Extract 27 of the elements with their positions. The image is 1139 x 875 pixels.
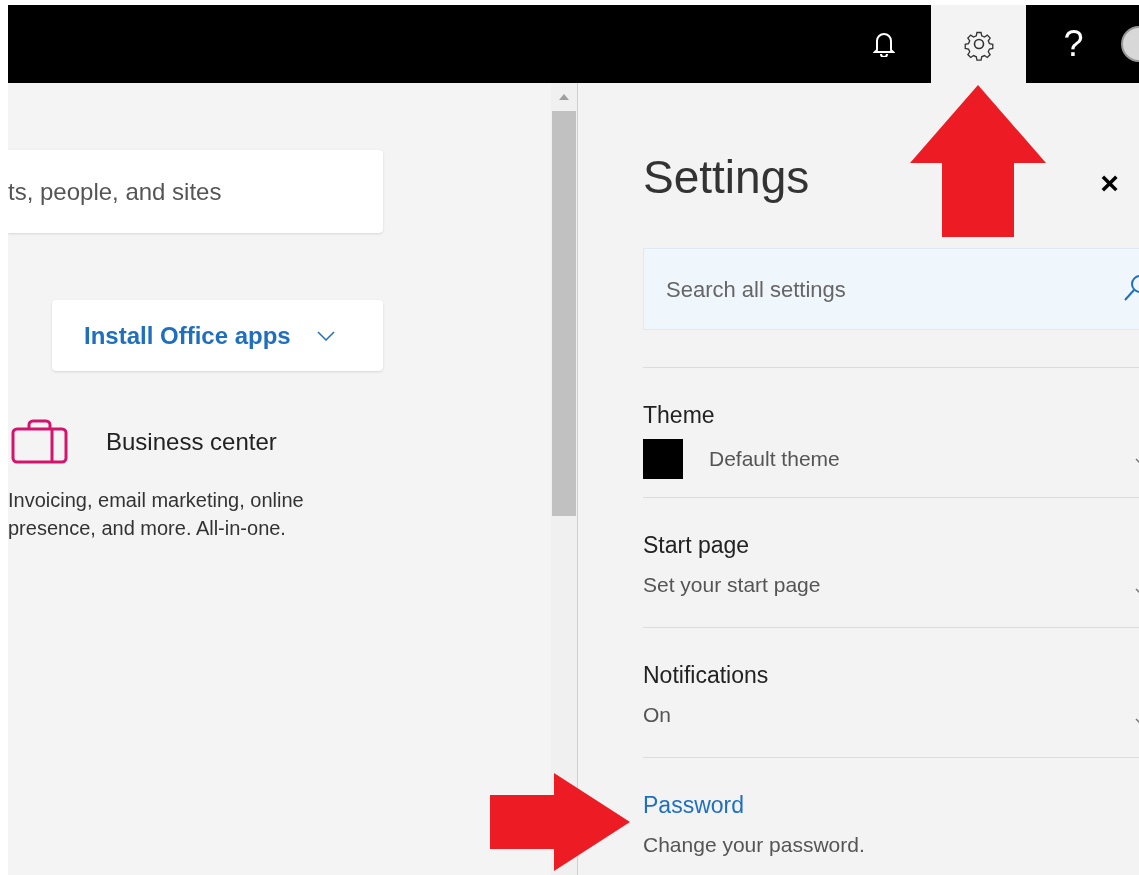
- setting-value: On: [643, 701, 671, 728]
- setting-value: Change your password.: [643, 831, 865, 858]
- settings-item[interactable]: Notifications On: [643, 628, 1139, 758]
- close-button[interactable]: ×: [1100, 158, 1119, 207]
- app-description: Invoicing, email marketing, online presence, and more. All-in-one.: [8, 488, 305, 541]
- scrollbar-thumb[interactable]: [552, 111, 576, 516]
- settings-title: Settings: [643, 150, 810, 205]
- install-office-apps-button[interactable]: Install Office apps: [52, 300, 383, 371]
- settings-search-field[interactable]: Search all settings: [643, 248, 1139, 330]
- setting-title: Theme: [643, 401, 716, 430]
- settings-item[interactable]: Start page Set your start page: [643, 498, 1139, 628]
- app-title[interactable]: Business center: [106, 423, 277, 460]
- setting-value: Set your start page: [643, 571, 821, 598]
- setting-value: Default theme: [709, 445, 840, 472]
- settings-item[interactable]: Theme Default theme: [643, 368, 1139, 498]
- scrollbar[interactable]: [551, 83, 578, 875]
- search-field[interactable]: ts, people, and sites: [8, 150, 383, 233]
- chevron-down-icon: [316, 330, 335, 341]
- search-placeholder: Search all settings: [666, 275, 846, 304]
- bell-icon: [872, 31, 895, 57]
- setting-title: Notifications: [643, 661, 770, 690]
- setting-title: Start page: [643, 531, 751, 560]
- settings-button[interactable]: [931, 5, 1026, 83]
- settings-link-item[interactable]: Password Change your password.: [643, 758, 1139, 875]
- briefcase-icon: [11, 419, 68, 464]
- scroll-up-icon[interactable]: [558, 93, 570, 101]
- password-link[interactable]: Password: [643, 788, 1139, 823]
